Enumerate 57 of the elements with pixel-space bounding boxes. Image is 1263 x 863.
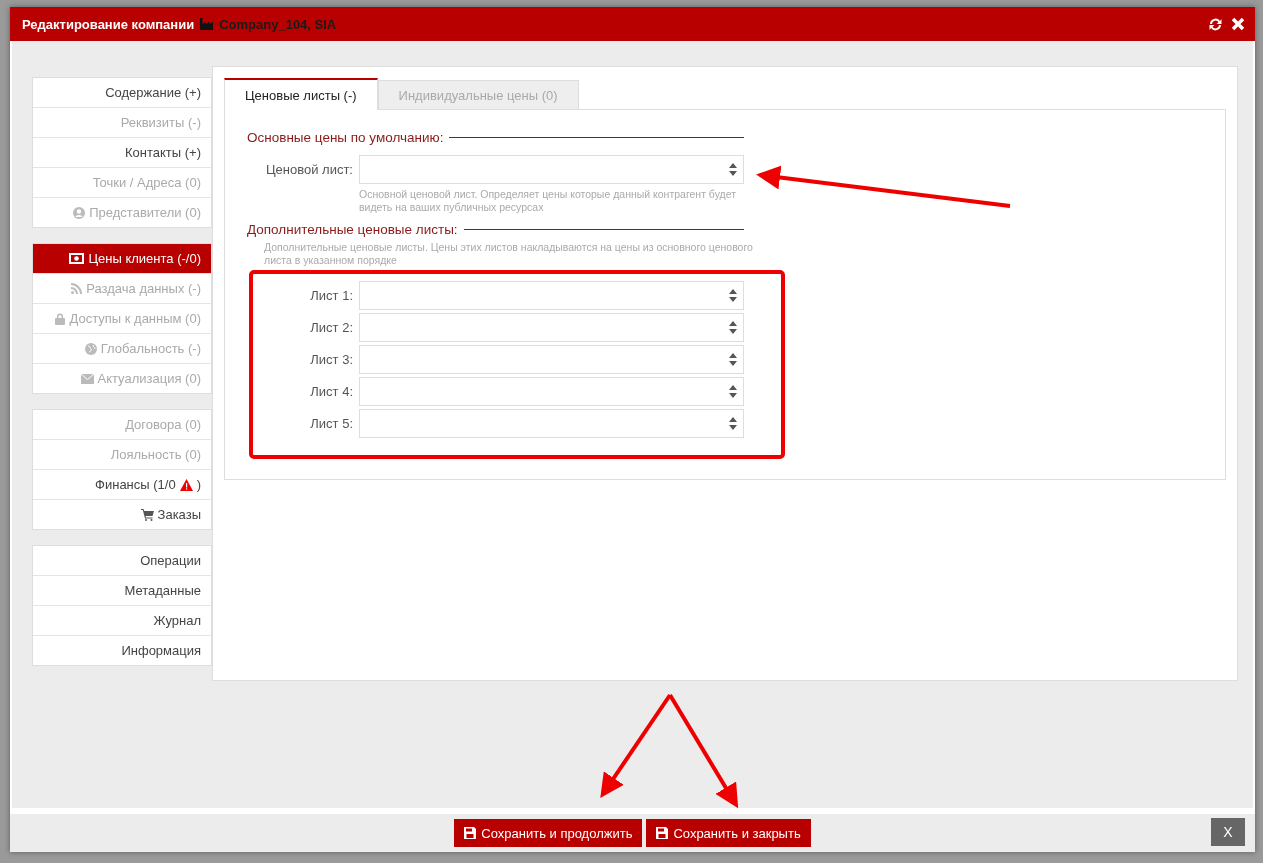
select-field[interactable] xyxy=(359,409,744,438)
shopping-cart-icon xyxy=(140,508,154,521)
select-field[interactable] xyxy=(359,345,744,374)
sidebar-item-label: Реквизиты (-) xyxy=(120,115,201,130)
sidebar-item-label: Заказы xyxy=(157,507,201,522)
field-label: Лист 5: xyxy=(309,416,353,431)
sidebar-item-label: Лояльность (0) xyxy=(110,447,201,462)
sort-caret-icon xyxy=(729,163,737,176)
sidebar-item-label: Контакты (+) xyxy=(125,145,201,160)
sidebar-item-label: Глобальность (-) xyxy=(100,341,201,356)
section-heading: Основные цены по умолчанию: xyxy=(247,130,444,145)
field-label: Лист 3: xyxy=(309,352,353,367)
dialog-title: Редактирование компании xyxy=(22,16,195,32)
close-icon[interactable] xyxy=(1231,17,1245,31)
field-label: Лист 2: xyxy=(309,320,353,335)
save-button[interactable]: Сохранить и закрыть xyxy=(646,819,811,847)
sidebar-item-label: Точки / Адреса (0) xyxy=(92,175,201,190)
factory-icon xyxy=(200,18,214,30)
sort-caret-icon xyxy=(729,289,737,302)
field-label: Лист 1: xyxy=(309,288,353,303)
sidebar-item-label: Актуализация (0) xyxy=(97,371,201,386)
field-label: Лист 4: xyxy=(309,384,353,399)
save-button[interactable]: Сохранить и продолжить xyxy=(454,819,643,847)
rss-icon xyxy=(71,283,83,294)
select-field[interactable] xyxy=(359,377,744,406)
sidebar-item-label: Доступы к данным (0) xyxy=(69,311,201,326)
sidebar-item-label: Операции xyxy=(140,553,201,568)
select-field[interactable] xyxy=(359,281,744,310)
tab[interactable]: Ценовые листы (-) xyxy=(224,78,378,110)
sidebar-item-label: Информация xyxy=(121,643,201,658)
lock-icon xyxy=(55,312,66,325)
sidebar-item[interactable]: Цены клиента (-/0) xyxy=(33,244,211,273)
help-text: Основной ценовой лист. Определяет цены которые данный контрагент будет видеть на ваших публичных ресурсах xyxy=(359,188,737,214)
sidebar-item-label: Содержание (+) xyxy=(105,85,201,100)
sidebar-item-label: Представители (0) xyxy=(89,205,201,220)
banknote-icon xyxy=(69,253,85,264)
close-button[interactable]: X xyxy=(1211,818,1245,846)
field-label: Ценовой лист: xyxy=(264,162,353,177)
sort-caret-icon xyxy=(729,321,737,334)
sort-caret-icon xyxy=(729,417,737,430)
section-heading: Дополнительные ценовые листы: xyxy=(247,222,458,237)
user-circle-icon xyxy=(73,206,86,219)
sidebar-item-label: Цены клиента (-/0) xyxy=(88,251,201,266)
sidebar-item-label: Журнал xyxy=(153,613,201,628)
sidebar-item-label: Метаданные xyxy=(124,583,201,598)
select-field[interactable] xyxy=(359,155,744,184)
sidebar-item-label: Финансы (1/0 xyxy=(95,477,176,492)
sidebar-item-label: Договора (0) xyxy=(125,417,201,432)
company-name: Company_104, SIA xyxy=(219,16,337,32)
select-field[interactable] xyxy=(359,313,744,342)
sort-caret-icon xyxy=(729,353,737,366)
envelope-icon xyxy=(80,373,94,384)
sidebar-item-label: ) xyxy=(196,477,201,492)
sidebar-item-label: Раздача данных (-) xyxy=(86,281,201,296)
help-text: Дополнительные ценовые листы. Цены этих листов накладываются на цены из основного ценового листа в указанном порядке xyxy=(264,241,754,267)
refresh-icon[interactable] xyxy=(1208,16,1223,32)
sort-caret-icon xyxy=(729,385,737,398)
